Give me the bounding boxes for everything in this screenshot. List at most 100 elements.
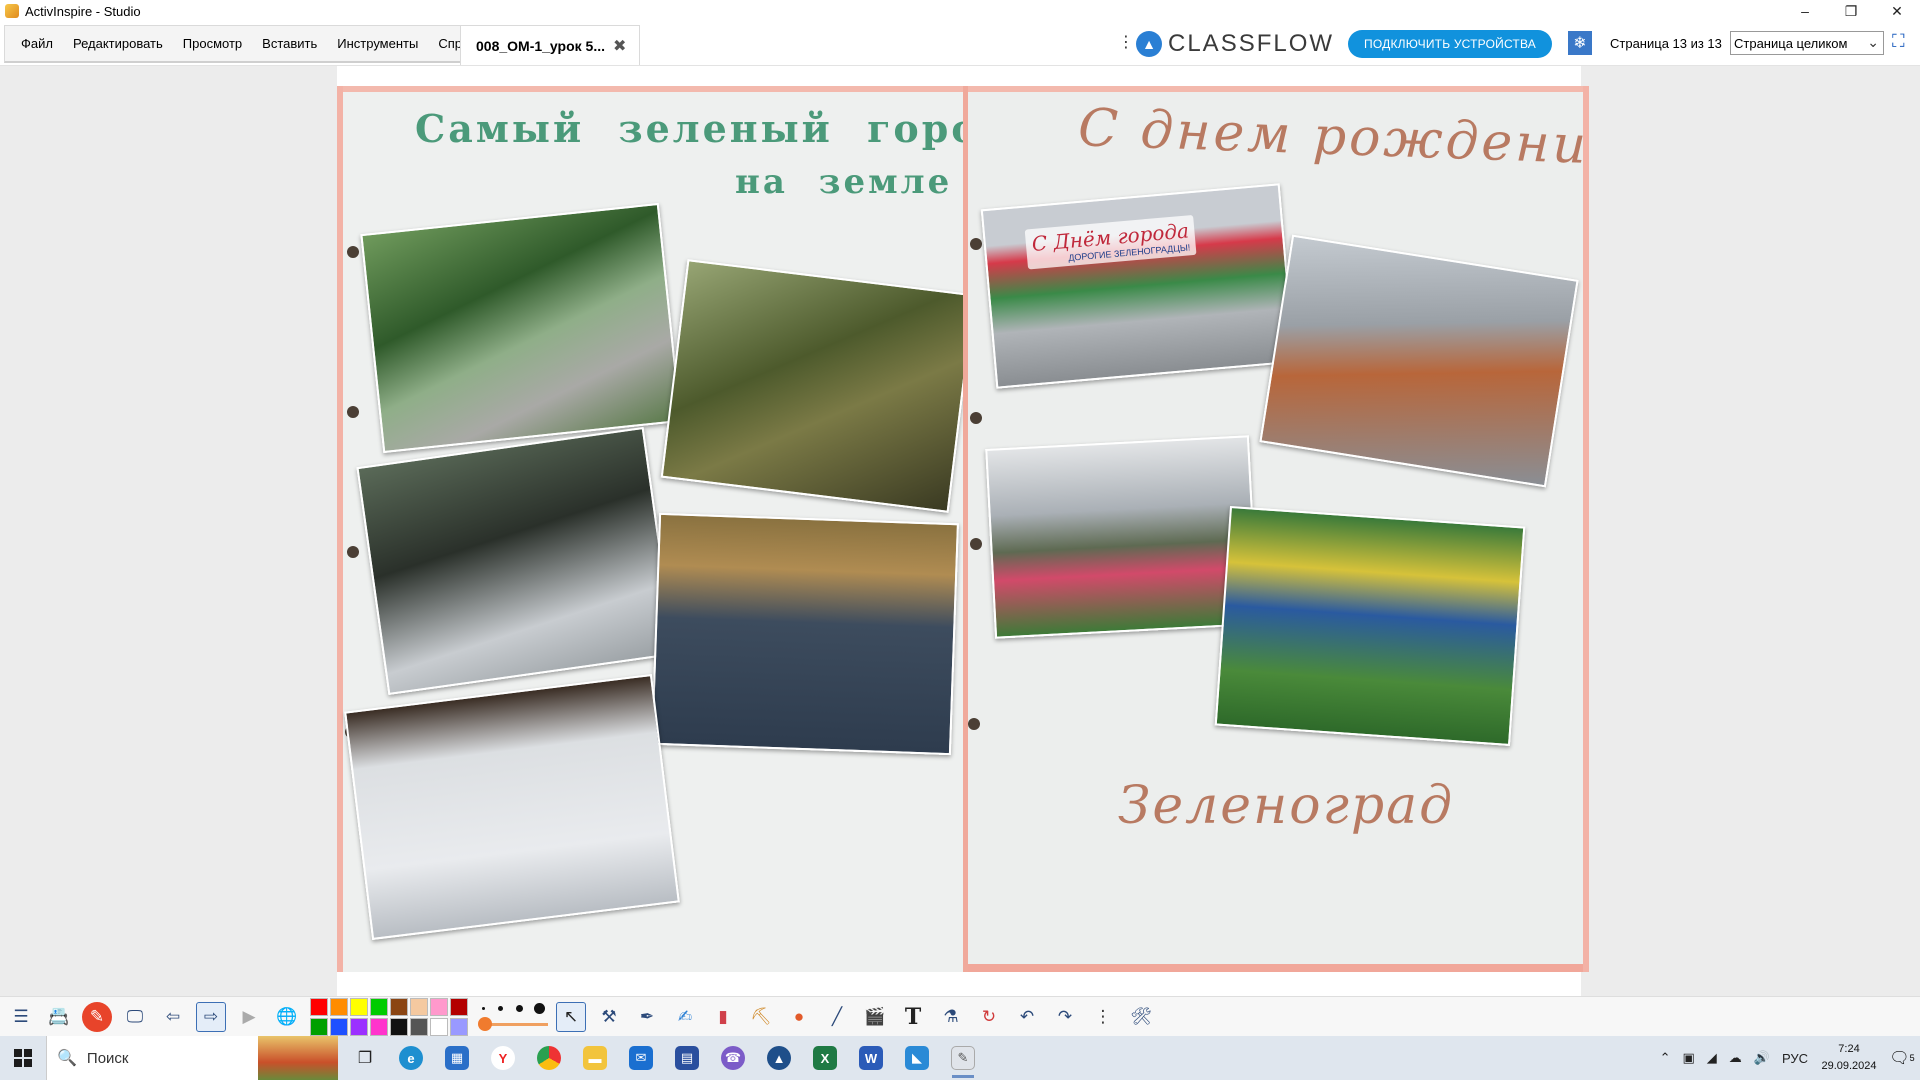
next-page-icon[interactable]: ⇨ [196,1001,226,1032]
zoom-select[interactable]: Страница целиком ⌄ [1730,31,1884,55]
file-explorer-icon[interactable]: ▬ [572,1036,618,1080]
color-swatch[interactable] [370,997,388,1016]
menu-edit[interactable]: Редактировать [63,36,173,51]
device-icon[interactable]: ▣ [1676,1050,1700,1066]
magic-ink-icon[interactable]: ⚗ [936,1002,966,1032]
color-swatch[interactable] [310,997,328,1016]
more-tools-icon[interactable]: ⋮ [1088,1002,1118,1032]
main-menu-icon[interactable]: ☰ [6,1002,36,1032]
eraser-icon[interactable]: ▮ [708,1002,738,1032]
browsers-icon[interactable]: 📇 [44,1002,74,1032]
task-view-button[interactable]: ❐ [342,1036,388,1080]
toolbox-settings-icon[interactable]: 🛠 [1126,1002,1156,1032]
store-icon[interactable]: ▦ [434,1036,480,1080]
clock-time: 7:24 [1838,1043,1860,1055]
color-swatch[interactable] [430,1017,448,1036]
binding-ring [347,246,359,258]
color-palette [310,997,468,1036]
width-dot[interactable] [498,1005,503,1011]
color-swatch[interactable] [310,1017,328,1036]
fill-icon[interactable]: ⛏ [746,1002,776,1032]
connector-icon[interactable]: ╱ [822,1002,852,1032]
menu-tools[interactable]: Инструменты [327,36,428,51]
width-dot[interactable] [482,1006,485,1010]
chevron-up-icon[interactable]: ⌃ [1654,1050,1677,1066]
window-title: ActivInspire - Studio [25,3,141,19]
width-dot[interactable] [534,1002,545,1014]
search-placeholder: Поиск [86,1049,129,1067]
classflow-logo[interactable]: ▲ CLASSFLOW [1136,28,1334,60]
restore-icon[interactable]: ❐ [1828,0,1874,22]
color-swatch[interactable] [450,1017,468,1036]
previous-page-icon[interactable]: ⇦ [158,1002,188,1032]
taskbar-search[interactable]: 🔍 Поиск [46,1036,258,1080]
text-icon[interactable]: T [898,1002,928,1032]
more-options-icon[interactable]: ⋮ [1118,32,1134,52]
play-icon[interactable]: ▶ [234,1002,264,1032]
shape-icon[interactable]: ● [784,1002,814,1032]
close-window-icon[interactable]: ✕ [1874,0,1920,22]
activinspire-toolbox: ☰ 📇 ✎ 🖵 ⇦ ⇨ ▶ 🌐 ↖ ⚒ ✒ ✍ ▮ ⛏ ● ╱ 🎬 T ⚗ ↻ … [0,996,1920,1036]
astra-app-icon[interactable]: ▲ [756,1036,802,1080]
color-swatch[interactable] [330,1017,348,1036]
connect-devices-button[interactable]: ПОДКЛЮЧИТЬ УСТРОЙСТВА [1348,30,1552,58]
activinspire-taskbar-icon[interactable]: ✎ [940,1036,986,1080]
yandex-browser-icon[interactable]: Y [480,1036,526,1080]
profile-icon[interactable]: ✎ [82,1001,112,1032]
wifi-icon[interactable]: ◢ [1701,1050,1723,1066]
desktop-annotate-icon[interactable]: 🖵 [120,1002,150,1032]
pen-icon[interactable]: ✒ [632,1002,662,1032]
color-swatch[interactable] [350,997,368,1016]
main-header: Файл Редактировать Просмотр Вставить Инс… [0,22,1920,66]
menu-view[interactable]: Просмотр [173,36,252,51]
windows-logo-icon [14,1049,32,1067]
page-reset-icon[interactable]: ↻ [974,1002,1004,1032]
menu-insert[interactable]: Вставить [252,36,327,51]
volume-icon[interactable]: 🔊 [1748,1050,1776,1066]
mail-icon[interactable]: ✉ [618,1036,664,1080]
redo-icon[interactable]: ↷ [1050,1002,1080,1032]
notifications-icon[interactable]: 🗨 5 [1884,1036,1920,1080]
close-tab-icon[interactable]: ✖ [613,36,626,56]
edge-browser-icon[interactable]: e [388,1036,434,1080]
menu-file[interactable]: Файл [11,36,63,51]
language-indicator[interactable]: РУС [1776,1051,1814,1066]
chrome-icon[interactable] [526,1036,572,1080]
color-swatch[interactable] [450,997,468,1016]
clapper-icon[interactable]: 🎬 [860,1002,890,1032]
calendar-app-icon[interactable]: ▤ [664,1036,710,1080]
fullscreen-icon[interactable]: ⛶ [1892,31,1905,52]
width-slider-knob[interactable] [478,1016,492,1031]
color-swatch[interactable] [430,997,448,1016]
color-swatch[interactable] [370,1017,388,1036]
start-button[interactable] [0,1036,46,1080]
cloud-icon[interactable]: ☁ [1723,1050,1748,1066]
tools-icon[interactable]: ⚒ [594,1002,624,1032]
undo-icon[interactable]: ↶ [1012,1002,1042,1032]
color-swatch[interactable] [330,997,348,1016]
document-tab-title: 008_ОМ-1_урок 5... [476,37,605,54]
minimize-icon[interactable]: – [1782,0,1828,22]
search-highlight-image[interactable] [258,1036,338,1080]
color-swatch[interactable] [390,1017,408,1036]
clock-date: 29.09.2024 [1821,1060,1877,1072]
pen-width-selector[interactable] [478,999,550,1035]
photo-squirrel-snow [344,673,680,941]
taskbar-clock[interactable]: 7:24 29.09.2024 [1814,1041,1884,1075]
width-dot[interactable] [516,1004,523,1012]
photo-winter-trees [356,426,676,696]
highlighter-icon[interactable]: ✍ [670,1002,700,1032]
color-swatch[interactable] [390,997,408,1016]
select-tool-icon[interactable]: ↖ [556,1001,586,1032]
excel-icon[interactable]: X [802,1036,848,1080]
word-icon[interactable]: W [848,1036,894,1080]
color-swatch[interactable] [410,1017,428,1036]
snowflake-icon[interactable]: ❄ [1568,31,1592,55]
color-swatch[interactable] [350,1017,368,1036]
binding-ring [970,238,982,250]
globe-icon[interactable]: 🌐 [272,1002,302,1032]
document-tab[interactable]: 008_ОМ-1_урок 5... ✖ [460,25,640,65]
color-swatch[interactable] [410,997,428,1016]
photos-icon[interactable]: ◣ [894,1036,940,1080]
viber-icon[interactable]: ☎ [710,1036,756,1080]
